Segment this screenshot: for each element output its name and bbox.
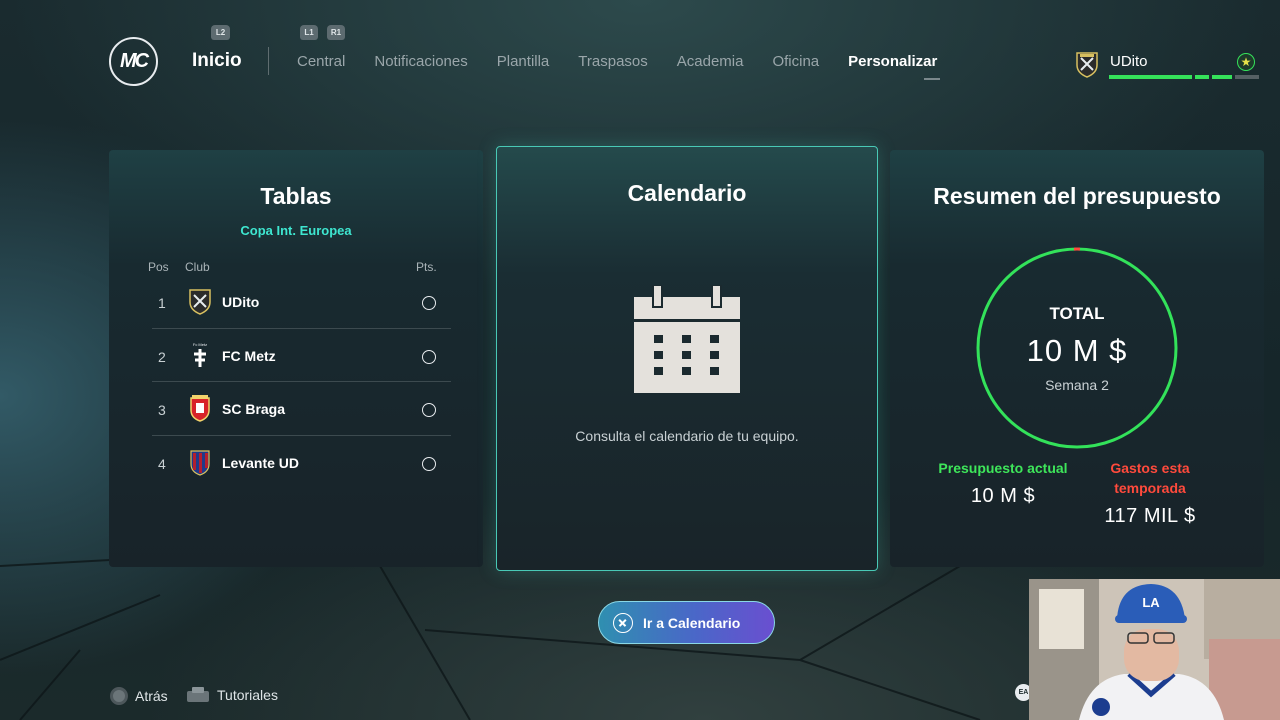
udito-crest-icon: [189, 289, 211, 315]
col-header-club: Club: [185, 260, 210, 274]
tutorials-button[interactable]: Tutoriales: [186, 687, 278, 703]
tab-oficina[interactable]: Oficina: [772, 53, 819, 70]
points-circle-icon: [422, 349, 436, 364]
sc-braga-crest-icon: [190, 395, 210, 422]
row-club: FC Metz: [222, 347, 276, 364]
udito-crest-icon: [1076, 52, 1098, 78]
calendario-description: Consulta el calendario de tu equipo.: [575, 428, 799, 444]
table-row: 1 UDito: [152, 275, 451, 329]
presupuesto-title: Resumen del presupuesto: [933, 183, 1221, 209]
user-level-bar: [1109, 75, 1261, 79]
svg-text:LA: LA: [1142, 595, 1160, 610]
row-club: UDito: [222, 294, 260, 310]
tablas-title: Tablas: [260, 183, 332, 209]
total-label: TOTAL: [1049, 304, 1105, 323]
competition-name: Copa Int. Europea: [240, 223, 352, 238]
gastos-value: 117 MIL $: [1104, 505, 1196, 527]
tab-academia[interactable]: Academia: [677, 53, 744, 70]
points-circle-icon: [422, 403, 436, 417]
nav-divider: [268, 47, 269, 75]
total-value: 10 M $: [1026, 333, 1128, 368]
mc-logo: MC: [109, 37, 158, 86]
webcam-overlay: LA: [1029, 579, 1280, 720]
week-label: Semana 2: [1045, 377, 1109, 393]
standings-table: 1 UDito 2 Fc Metz FC Metz 3 SC Braga 4 L…: [152, 275, 451, 489]
tab-traspasos[interactable]: Traspasos: [578, 53, 647, 70]
table-row: 4 Levante UD: [152, 436, 451, 490]
l1-button-hint: L1: [300, 25, 318, 40]
tab-plantilla[interactable]: Plantilla: [497, 53, 550, 70]
row-club: SC Braga: [222, 401, 286, 417]
fc-metz-crest-icon: Fc Metz: [193, 342, 207, 367]
tab-personalizar[interactable]: Personalizar: [848, 53, 941, 80]
back-label: Atrás: [135, 688, 168, 704]
tablas-panel[interactable]: Tablas Copa Int. Europea Pos Club Pts. 1…: [109, 150, 483, 567]
tab-central[interactable]: Central: [297, 53, 345, 70]
presupuesto-panel[interactable]: Resumen del presupuesto TOTAL 10 M $ Sem…: [890, 150, 1264, 567]
levante-crest-icon: [190, 449, 210, 476]
table-row: 2 Fc Metz FC Metz: [152, 329, 451, 382]
tab-inicio[interactable]: Inicio: [192, 50, 242, 72]
gastos-temporada: Gastos esta temporada 117 MIL $: [1080, 458, 1220, 528]
actual-label: Presupuesto actual: [938, 460, 1068, 476]
touchpad-icon: [187, 687, 209, 702]
go-to-calendar-label: Ir a Calendario: [643, 614, 741, 631]
star-icon: ★: [1237, 53, 1255, 71]
svg-text:Fc Metz: Fc Metz: [193, 342, 207, 347]
back-button[interactable]: Atrás: [110, 687, 168, 705]
calendario-title: Calendario: [627, 180, 747, 206]
r1-button-hint: R1: [327, 25, 345, 40]
row-club: Levante UD: [222, 454, 300, 471]
tab-notificaciones[interactable]: Notificaciones: [374, 53, 467, 70]
l2-button-hint: L2: [211, 25, 230, 40]
presupuesto-actual: Presupuesto actual 10 M $: [933, 458, 1073, 508]
user-name: UDito: [1110, 53, 1148, 70]
cross-button-icon: [613, 612, 633, 633]
points-circle-icon: [422, 456, 436, 471]
table-row: 3 SC Braga: [152, 382, 451, 436]
row-pos: 3: [158, 402, 166, 418]
row-pos: 4: [158, 455, 166, 472]
circle-button-icon: [110, 687, 128, 705]
sub-nav: Central Notificaciones Plantilla Traspas…: [297, 53, 941, 80]
go-to-calendar-button[interactable]: Ir a Calendario: [598, 601, 775, 644]
col-header-pos: Pos: [148, 260, 169, 274]
col-header-pts: Pts.: [416, 260, 437, 274]
points-circle-icon: [422, 296, 436, 310]
actual-value: 10 M $: [970, 485, 1036, 507]
gastos-label: Gastos esta temporada: [1110, 460, 1190, 496]
tutorials-label: Tutoriales: [217, 687, 278, 703]
calendar-icon: [634, 285, 740, 393]
row-pos: 2: [158, 348, 166, 365]
calendario-panel[interactable]: Calendario Consulta el calendario de tu …: [496, 146, 878, 571]
row-pos: 1: [158, 295, 166, 311]
